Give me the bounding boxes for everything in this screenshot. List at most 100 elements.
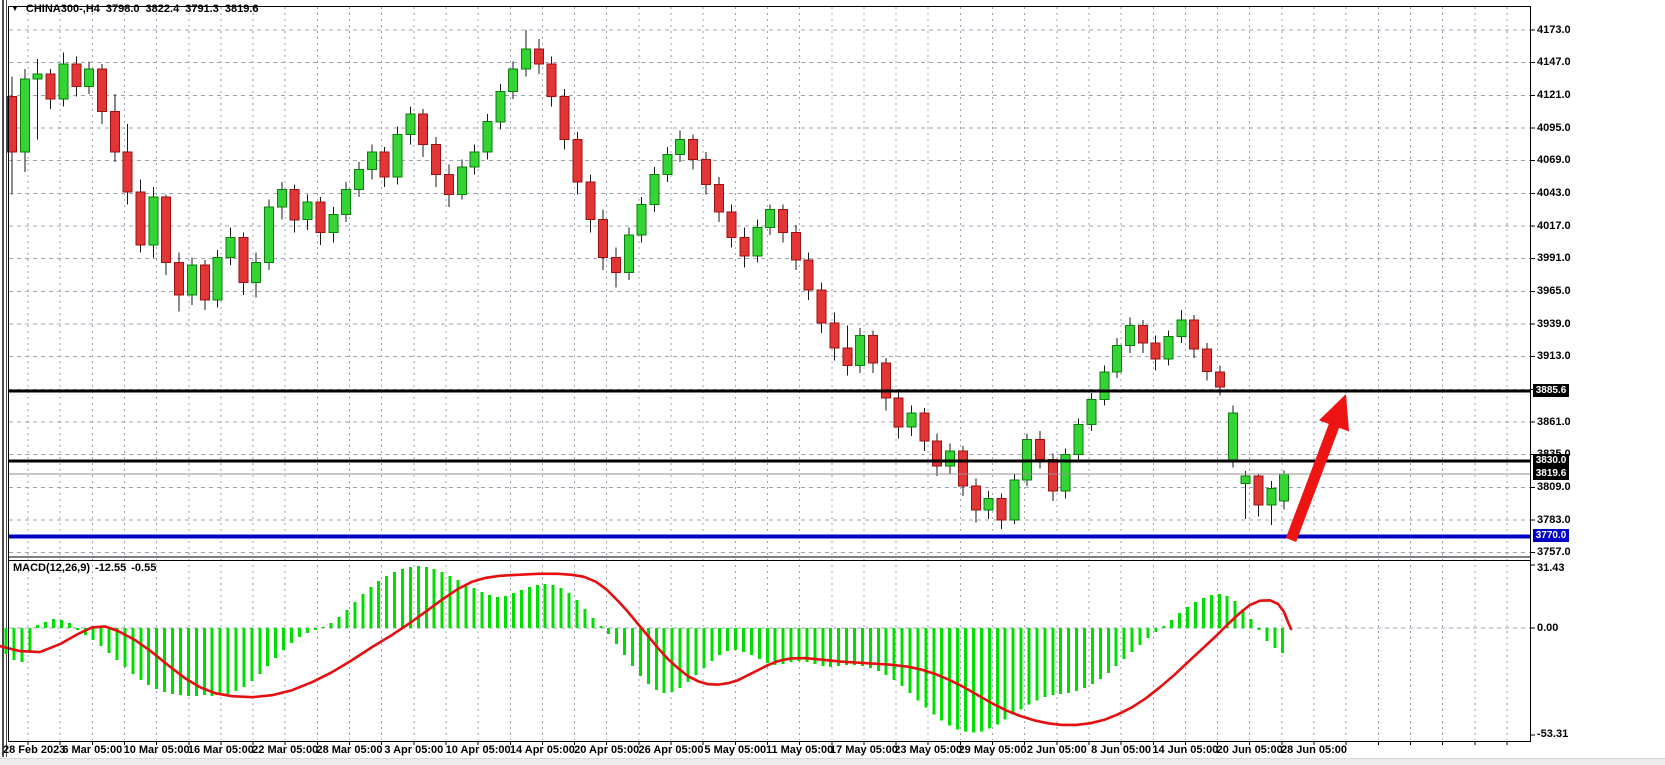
date-axis-label: 11 May 05:00 [766, 744, 833, 756]
date-axis-label: 22 Mar 05:00 [252, 744, 318, 756]
candle [689, 139, 698, 159]
candle [779, 210, 788, 233]
candle [149, 197, 158, 245]
candle [380, 152, 389, 177]
date-axis-label: 26 Apr 05:00 [638, 744, 703, 756]
candle [714, 185, 723, 213]
candle [290, 190, 299, 220]
candle [1228, 413, 1237, 461]
price-axis-label: 3861.0 [1537, 416, 1571, 429]
candle [252, 263, 261, 283]
candle [907, 413, 916, 427]
ohlc-high: 3822.4 [146, 3, 180, 15]
candle [419, 114, 428, 144]
candle [843, 348, 852, 366]
candle [85, 69, 94, 87]
candle [406, 114, 415, 134]
candle [342, 190, 351, 215]
candle [1036, 440, 1045, 460]
price-axis-label: 4147.0 [1537, 56, 1571, 69]
candle [303, 202, 312, 220]
ohlc-open: 3798.0 [106, 3, 140, 15]
price-axis-label: 3991.0 [1537, 252, 1571, 265]
candle [239, 237, 248, 282]
candle [1074, 425, 1083, 455]
candle [599, 220, 608, 258]
candle [1241, 476, 1250, 484]
date-axis-label: 14 Jun 05:00 [1152, 744, 1218, 756]
candle [817, 290, 826, 323]
candle [1138, 325, 1147, 343]
chevron-down-icon[interactable]: ▼ [11, 4, 19, 13]
price-axis-label: 4095.0 [1537, 122, 1571, 135]
candle [522, 49, 531, 69]
macd-signal-line [0, 574, 1291, 725]
macd-value: -12.55 [95, 562, 126, 574]
candle [187, 265, 196, 295]
candle [1267, 489, 1276, 505]
candle [59, 64, 68, 99]
macd-axis-label: 0.00 [1537, 622, 1558, 635]
price-axis-label: 3783.0 [1537, 514, 1571, 527]
candles [8, 30, 1289, 529]
candle [701, 159, 710, 184]
candle [367, 152, 376, 170]
candle [226, 237, 235, 257]
price-axis-label: 3809.0 [1537, 481, 1571, 494]
candle [573, 139, 582, 182]
candle [33, 74, 42, 79]
candle [1254, 476, 1263, 505]
candle [457, 167, 466, 195]
date-axis-label: 16 Mar 05:00 [188, 744, 254, 756]
candle [162, 197, 171, 262]
date-axis-label: 28 Feb 2023 [3, 744, 65, 756]
candle [470, 152, 479, 167]
macd-histogram [5, 566, 1285, 733]
candle [997, 499, 1006, 520]
date-axis-label: 20 Apr 05:00 [574, 744, 639, 756]
candle [740, 237, 749, 256]
chart-canvas[interactable] [0, 0, 1665, 765]
candle [624, 235, 633, 273]
date-axis-label: 10 Mar 05:00 [124, 744, 190, 756]
price-axis-label: 4069.0 [1537, 154, 1571, 167]
candle [123, 152, 132, 192]
candle [1048, 460, 1057, 491]
date-axis-label: 3 Apr 05:00 [384, 744, 443, 756]
candle [1126, 325, 1135, 345]
candle [444, 175, 453, 195]
price-axis-label: 3913.0 [1537, 350, 1571, 363]
candle [46, 74, 55, 99]
price-axis-label: 3939.0 [1537, 318, 1571, 331]
date-axis-label: 29 May 05:00 [959, 744, 1027, 756]
price-badge: 3819.6 [1533, 467, 1569, 480]
annotation-arrow-shaft[interactable] [1291, 420, 1336, 540]
date-axis-label: 10 Apr 05:00 [446, 744, 511, 756]
candle [1190, 320, 1199, 349]
candle [110, 112, 119, 152]
date-axis-label: 17 May 05:00 [830, 744, 898, 756]
trading-chart-window: ▼CHINA300-,H43798.03822.43791.33819.6 MA… [0, 0, 1665, 765]
ohlc-close: 3819.6 [225, 3, 259, 15]
macd-axis-label: -53.31 [1537, 728, 1568, 741]
candle [354, 170, 363, 190]
candle [509, 69, 518, 92]
candle [856, 335, 865, 365]
candle [534, 49, 543, 64]
candle [753, 227, 762, 256]
date-axis-label: 14 Apr 05:00 [510, 744, 575, 756]
candle [637, 205, 646, 235]
macd-title: MACD(12,26,9) [13, 562, 90, 574]
candle [676, 139, 685, 154]
candle [611, 257, 620, 272]
candle [881, 363, 890, 398]
candle [213, 257, 222, 300]
price-axis-label: 4173.0 [1537, 24, 1571, 37]
candle [175, 263, 184, 296]
candle [1087, 399, 1096, 424]
candle [1100, 372, 1109, 400]
candle [316, 202, 325, 232]
candle [1215, 372, 1224, 387]
symbol-readout: ▼CHINA300-,H43798.03822.43791.33819.6 [11, 3, 259, 15]
price-axis-label: 3757.0 [1537, 546, 1571, 559]
